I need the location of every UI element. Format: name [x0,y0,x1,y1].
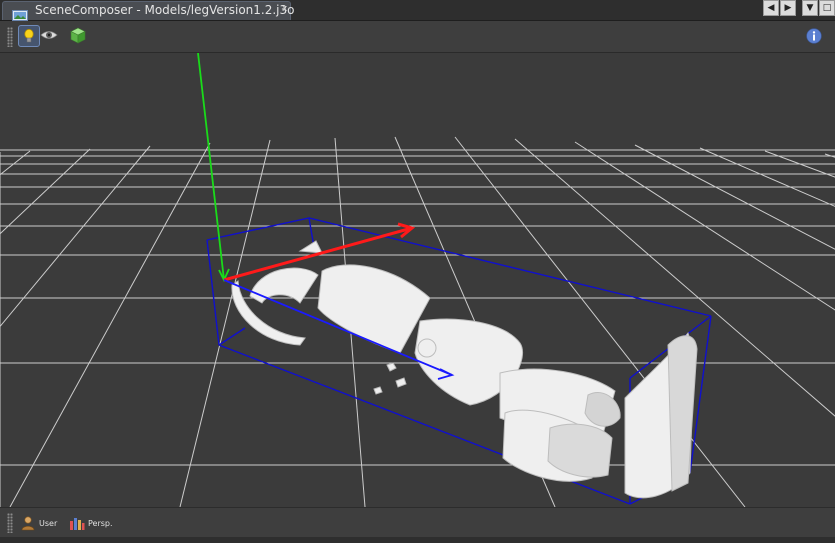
editor-tab-strip: SceneComposer - Models/legVersion1.2.j3o… [0,0,835,21]
scene-render [0,53,835,507]
toggle-light-button[interactable] [18,25,40,47]
chevron-left-icon: ◀ [767,2,775,13]
eye-icon [40,31,58,39]
scene-viewport[interactable] [0,53,835,507]
maximize-button[interactable]: □ [819,0,835,16]
scene-composer-window: SceneComposer - Models/legVersion1.2.j3o… [0,0,835,543]
statusbar-grip-handle[interactable] [7,513,13,533]
chevron-down-icon: ▼ [806,2,814,13]
chevron-right-icon: ▶ [784,2,792,13]
perspective-icon [70,518,85,530]
image-file-icon [12,6,28,21]
camera-user-label: User [39,518,58,528]
tab-list-menu-button[interactable]: ▼ [802,0,818,16]
toggle-geometry-button[interactable] [67,25,89,47]
scroll-tabs-left-button[interactable]: ◀ [763,0,779,16]
info-icon [806,28,822,44]
info-button[interactable] [806,28,822,48]
cube-icon [70,27,86,44]
scroll-tabs-right-button[interactable]: ▶ [780,0,796,16]
window-bottom-edge [0,537,835,543]
user-camera-icon [21,516,35,531]
tab-close-button[interactable]: x [282,4,287,14]
window-controls: ◀ ▶ ▼ □ [763,0,835,17]
camera-user-view-button[interactable]: User [20,514,57,532]
viewport-toolbar [0,21,835,53]
scene-composer-tab[interactable]: SceneComposer - Models/legVersion1.2.j3o… [2,1,295,21]
tab-title: SceneComposer - Models/legVersion1.2.j3o [35,3,295,17]
maximize-icon: □ [822,2,832,13]
camera-perspective-button[interactable]: Persp. [69,514,113,532]
light-bulb-icon [24,29,34,43]
leg-model-mesh [231,240,698,499]
camera-persp-label: Persp. [88,518,113,528]
toggle-visibility-button[interactable] [38,25,60,47]
transform-gizmo [197,53,455,380]
viewport-status-bar: User Persp. [0,507,835,538]
toolbar-grip-handle[interactable] [7,27,13,47]
